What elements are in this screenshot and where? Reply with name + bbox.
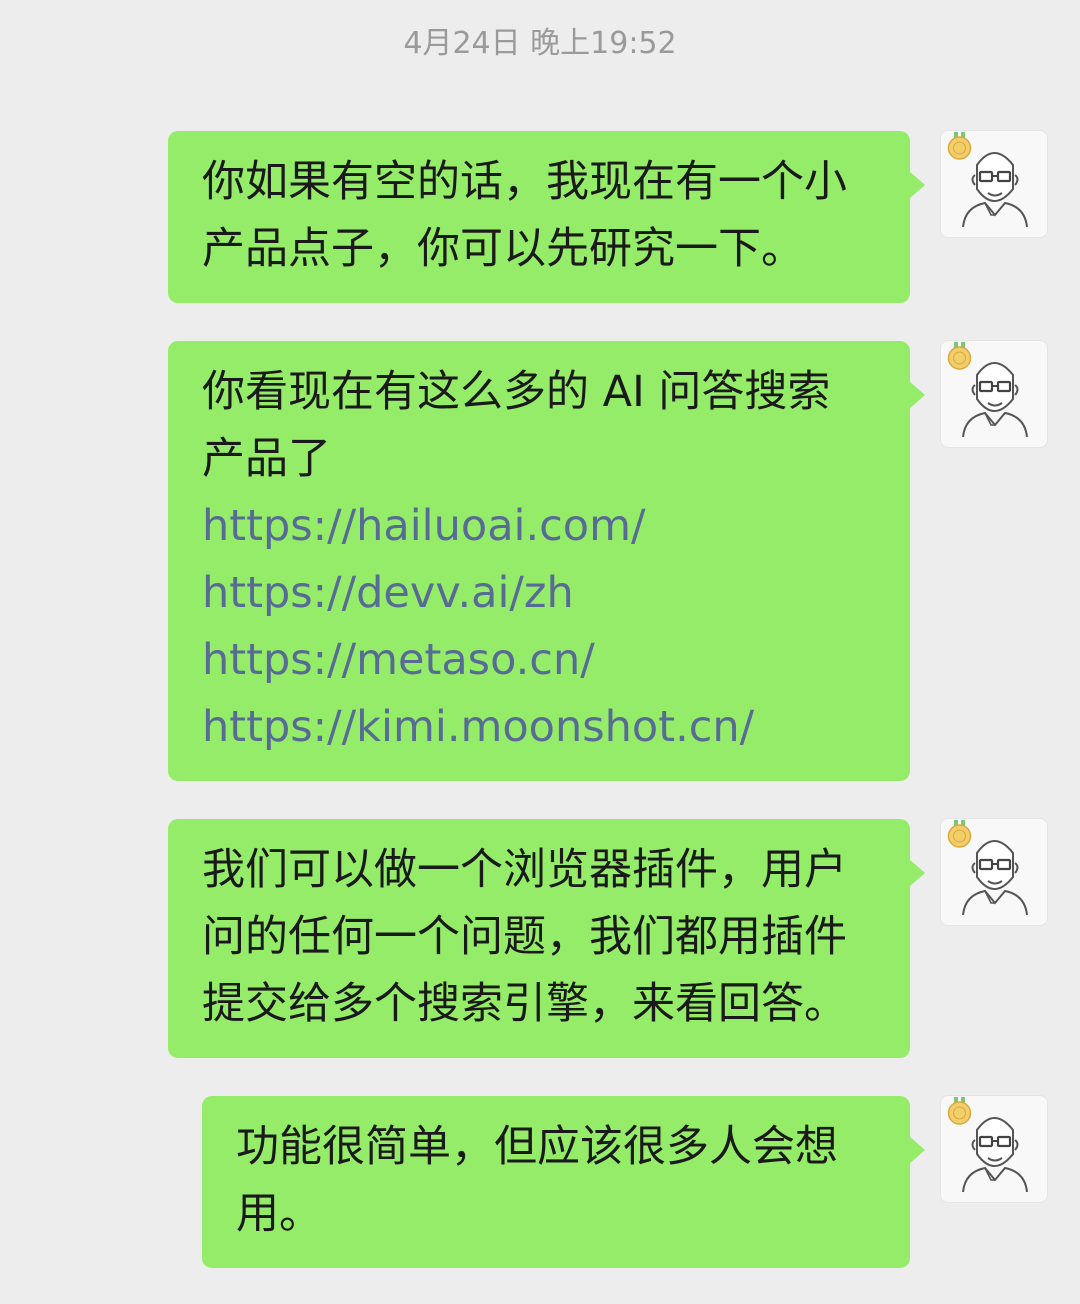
bald-man-glasses-avatar-icon (947, 820, 1028, 916)
message-text-line: 功能很简单，但应该很多人会想 (236, 1122, 838, 1172)
bald-man-glasses-avatar-icon (947, 132, 1028, 228)
message-text-line: 问的任何一个问题，我们都用插件 (202, 912, 847, 962)
sender-avatar[interactable] (940, 130, 1048, 238)
message-bubble[interactable]: 功能很简单，但应该很多人会想 用。 (202, 1096, 925, 1268)
sender-avatar[interactable] (940, 340, 1048, 448)
message-link[interactable]: https://kimi.moonshot.cn/ (202, 694, 876, 761)
message-link[interactable]: https://hailuoai.com/ (202, 493, 876, 560)
message-text-line: 你如果有空的话，我现在有一个小 (202, 157, 847, 207)
message-bubble[interactable]: 我们可以做一个浏览器插件，用户 问的任何一个问题，我们都用插件 提交给多个搜索引… (168, 819, 925, 1058)
message-bubble[interactable]: 你看现在有这么多的 AI 问答搜索 产品了 https://hailuoai.c… (168, 341, 925, 781)
message-bubble[interactable]: 你如果有空的话，我现在有一个小 产品点子，你可以先研究一下。 (168, 131, 925, 303)
bald-man-glasses-avatar-icon (947, 1097, 1028, 1193)
medal-badge-icon (947, 1097, 972, 1125)
message-link[interactable]: https://metaso.cn/ (202, 627, 876, 694)
medal-badge-icon (947, 132, 972, 160)
medal-badge-icon (947, 342, 972, 370)
message-text-line: 产品了 (202, 434, 331, 484)
message-text-line: 用。 (236, 1189, 322, 1239)
message-text-line: 提交给多个搜索引擎，来看回答。 (202, 979, 847, 1029)
sender-avatar[interactable] (940, 1095, 1048, 1203)
message-link[interactable]: https://devv.ai/zh (202, 560, 876, 627)
medal-badge-icon (947, 820, 972, 848)
message-text-line: 你看现在有这么多的 AI 问答搜索 (202, 367, 831, 417)
message-text-line: 我们可以做一个浏览器插件，用户 (202, 845, 847, 895)
sender-avatar[interactable] (940, 818, 1048, 926)
message-text-line: 产品点子，你可以先研究一下。 (202, 224, 804, 274)
chat-timestamp: 4月24日 晚上19:52 (403, 26, 677, 61)
bald-man-glasses-avatar-icon (947, 342, 1028, 438)
